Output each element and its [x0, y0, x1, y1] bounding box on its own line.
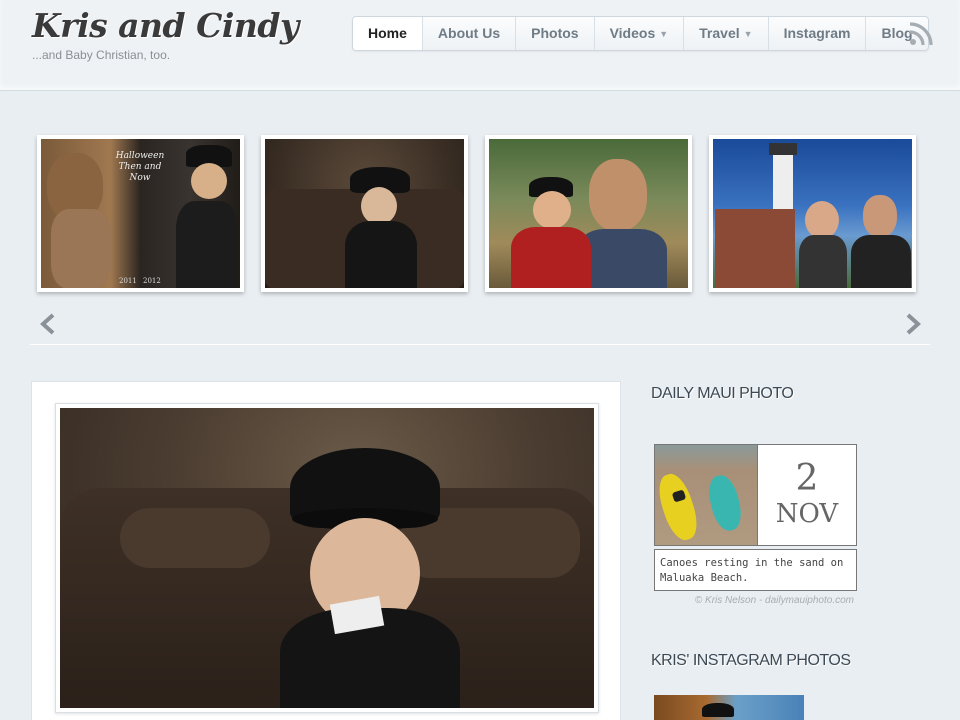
main-nav: Home About Us Photos Videos ▼ Travel ▼ Ins… — [352, 16, 929, 51]
instagram-photo[interactable] — [654, 695, 804, 720]
maui-month: NOV — [775, 499, 839, 529]
slide-caption-line2: Then and Now — [118, 162, 162, 183]
maui-caption: Canoes resting in the sand on Maluaka Be… — [654, 549, 857, 591]
site-header: Kris and Cindy ...and Baby Christian, to… — [0, 0, 960, 91]
nav-item-travel[interactable]: Travel ▼ — [684, 17, 769, 50]
post-card — [31, 381, 621, 720]
widget-title-daily-maui: DAILY MAUI PHOTO — [651, 385, 794, 402]
photo-carousel: Halloween Then and Now 2011 2012 — [30, 130, 930, 345]
carousel-slide[interactable] — [261, 135, 468, 292]
nav-item-label: Home — [368, 25, 407, 41]
post-featured-image[interactable] — [55, 403, 599, 713]
chevron-down-icon: ▼ — [743, 29, 753, 39]
carousel-slide[interactable] — [485, 135, 692, 292]
nav-item-home[interactable]: Home — [353, 17, 423, 50]
nav-item-videos[interactable]: Videos ▼ — [595, 17, 685, 50]
nav-item-label: Travel — [699, 25, 740, 41]
slide-year-right: 2012 — [143, 277, 161, 285]
carousel-photo: Halloween Then and Now 2011 2012 — [41, 139, 240, 288]
nav-item-instagram[interactable]: Instagram — [769, 17, 867, 50]
site-tagline: ...and Baby Christian, too. — [32, 48, 171, 62]
nav-item-label: About Us — [437, 25, 501, 41]
arrow-right-icon[interactable] — [904, 313, 922, 335]
maui-day: 2 — [795, 458, 819, 499]
arrow-left-icon[interactable] — [39, 313, 57, 335]
nav-item-label: Photos — [531, 25, 579, 41]
carousel-photo — [265, 139, 464, 288]
nav-item-about-us[interactable]: About Us — [423, 17, 517, 50]
carousel-photo — [713, 139, 912, 288]
carousel-slide[interactable]: Halloween Then and Now 2011 2012 — [37, 135, 244, 292]
nav-item-label: Instagram — [783, 25, 851, 41]
nav-item-label: Videos — [609, 25, 656, 41]
daily-maui-widget[interactable]: 2 NOV — [654, 444, 857, 546]
slide-year-left: 2011 — [119, 277, 137, 285]
carousel-photo — [489, 139, 688, 288]
nav-item-photos[interactable]: Photos — [516, 17, 595, 50]
nav-item-label: Blog — [881, 25, 913, 41]
widget-title-instagram: KRIS' INSTAGRAM PHOTOS — [651, 652, 851, 669]
section-divider — [30, 344, 930, 345]
rss-icon[interactable] — [909, 22, 933, 46]
slide-caption-line1: Halloween — [115, 151, 165, 161]
maui-credit: © Kris Nelson - dailymauiphoto.com — [694, 595, 854, 606]
carousel-slide[interactable] — [709, 135, 916, 292]
post-photo — [60, 408, 594, 708]
site-title[interactable]: Kris and Cindy — [32, 6, 299, 45]
maui-date: 2 NOV — [757, 445, 856, 545]
maui-photo — [655, 445, 757, 545]
chevron-down-icon: ▼ — [659, 29, 669, 39]
